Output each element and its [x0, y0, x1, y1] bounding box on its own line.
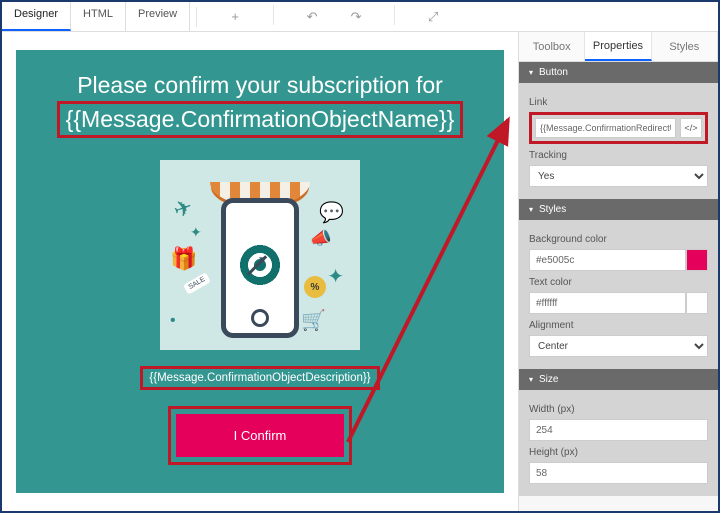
section-body-button: Link </> Tracking Yes: [519, 83, 718, 199]
macro-picker-button[interactable]: </>: [680, 118, 702, 138]
side-tabs: Toolbox Properties Styles: [519, 32, 718, 62]
height-label: Height (px): [529, 447, 708, 458]
section-header-size[interactable]: ▾ Size: [519, 369, 718, 390]
macro-object-name[interactable]: {{Message.ConfirmationObjectName}}: [66, 106, 455, 132]
undo-button[interactable]: ↶: [300, 5, 324, 29]
plus-decor-icon: ✦: [327, 264, 344, 289]
link-label: Link: [529, 97, 708, 108]
phone-icon: [221, 198, 299, 338]
caret-down-icon: ▾: [529, 68, 533, 77]
tab-designer[interactable]: Designer: [2, 2, 71, 31]
topbar: Designer HTML Preview + ↶ ↷ ⤢: [2, 2, 718, 32]
cart-icon: 🛒: [301, 308, 326, 333]
tab-preview[interactable]: Preview: [126, 2, 190, 31]
macro-object-description[interactable]: {{Message.ConfirmationObjectDescription}…: [149, 372, 370, 384]
textcolor-swatch[interactable]: [686, 292, 708, 314]
textcolor-label: Text color: [529, 277, 708, 288]
section-header-styles[interactable]: ▾ Styles: [519, 199, 718, 220]
redo-icon: ↷: [351, 9, 362, 25]
undo-icon: ↶: [307, 9, 318, 25]
mode-tabs: Designer HTML Preview: [2, 2, 190, 31]
tab-properties[interactable]: Properties: [585, 32, 651, 61]
add-button[interactable]: +: [223, 5, 247, 29]
caret-down-icon: ▾: [529, 375, 533, 384]
height-input[interactable]: [529, 462, 708, 484]
alignment-select[interactable]: Center: [529, 335, 708, 357]
percent-badge-icon: %: [304, 276, 326, 298]
alignment-label: Alignment: [529, 320, 708, 331]
canvas-area: Please confirm your subscription for {{M…: [2, 32, 518, 511]
bgcolor-swatch[interactable]: [686, 249, 708, 271]
macro-object-description-highlight: {{Message.ConfirmationObjectDescription}…: [140, 366, 379, 390]
tracking-select[interactable]: Yes: [529, 165, 708, 187]
plus-icon: +: [231, 9, 239, 24]
headline-text: Please confirm your subscription for: [42, 72, 478, 99]
tab-html[interactable]: HTML: [71, 2, 126, 31]
side-panel: Toolbox Properties Styles ▾ Button Link …: [518, 32, 718, 511]
separator: [394, 5, 395, 25]
code-icon: </>: [684, 123, 697, 133]
target-icon: [238, 243, 282, 287]
bgcolor-input[interactable]: [529, 249, 686, 271]
confirm-button[interactable]: I Confirm: [176, 414, 345, 457]
section-title: Size: [539, 374, 558, 385]
email-canvas[interactable]: Please confirm your subscription for {{M…: [16, 50, 504, 493]
collapse-button[interactable]: ⤢: [421, 5, 445, 29]
tab-toolbox[interactable]: Toolbox: [519, 32, 585, 61]
megaphone-icon: 📣: [310, 228, 332, 249]
confirm-button-highlight: I Confirm: [168, 406, 353, 465]
macro-object-name-highlight: {{Message.ConfirmationObjectName}}: [57, 101, 464, 138]
gift-icon: 🎁: [170, 246, 197, 272]
chat-icon: 💬: [319, 200, 344, 225]
plus-decor-icon: ✦: [190, 224, 202, 241]
hero-image[interactable]: ✈ ✦ 🎁 SALE • 💬 📣 ✦ % 🛒: [160, 160, 360, 350]
collapse-icon: ⤢: [428, 9, 438, 25]
tracking-label: Tracking: [529, 150, 708, 161]
dot-decor-icon: •: [170, 312, 176, 330]
caret-down-icon: ▾: [529, 205, 533, 214]
separator: [196, 7, 197, 27]
section-body-styles: Background color Text color Alignment Ce…: [519, 220, 718, 369]
redo-button[interactable]: ↷: [344, 5, 368, 29]
section-header-button[interactable]: ▾ Button: [519, 62, 718, 83]
toolbar: + ↶ ↷ ⤢: [223, 5, 445, 29]
section-title: Styles: [539, 204, 566, 215]
bgcolor-label: Background color: [529, 234, 708, 245]
separator: [273, 5, 274, 25]
paperplane-icon: ✈: [170, 194, 196, 225]
body: Please confirm your subscription for {{M…: [2, 32, 718, 511]
width-input[interactable]: [529, 419, 708, 441]
section-title: Button: [539, 67, 568, 78]
link-field-highlight: </>: [529, 112, 708, 144]
link-input[interactable]: [535, 118, 676, 138]
width-label: Width (px): [529, 404, 708, 415]
app-frame: Designer HTML Preview + ↶ ↷ ⤢ Please con…: [0, 0, 720, 513]
sale-tag-icon: SALE: [183, 272, 211, 294]
section-body-size: Width (px) Height (px): [519, 390, 718, 496]
textcolor-input[interactable]: [529, 292, 686, 314]
tab-styles[interactable]: Styles: [652, 32, 718, 61]
